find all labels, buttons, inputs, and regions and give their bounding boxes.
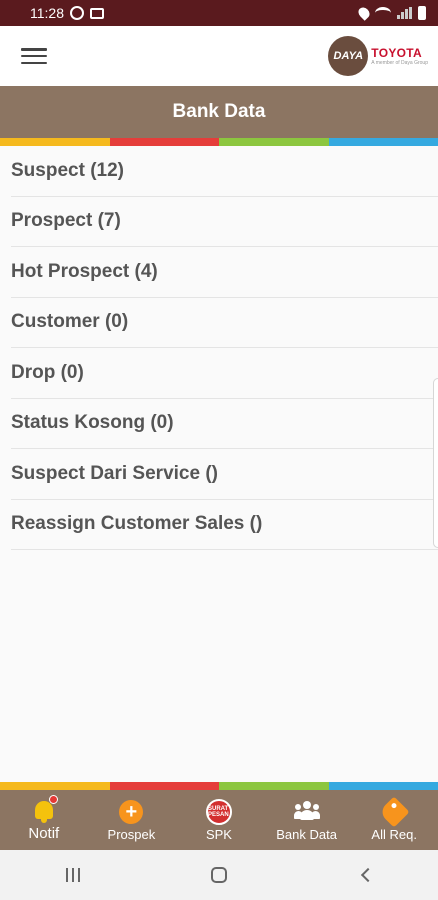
spk-badge-icon: SURAT PESAN (205, 799, 232, 825)
menu-icon[interactable] (21, 46, 47, 66)
list-item-suspect-dari-service[interactable]: Suspect Dari Service () (11, 449, 438, 500)
app-notification-icon (70, 6, 84, 20)
gmail-icon (90, 7, 104, 19)
bottom-navigation: Notif + Prospek SURAT PESAN SPK Bank Dat… (0, 790, 438, 850)
list-item-suspect[interactable]: Suspect (12) (11, 146, 438, 197)
logo-brand: TOYOTA (371, 46, 422, 60)
list-item-drop[interactable]: Drop (0) (11, 348, 438, 399)
bank-data-list: Suspect (12) Prospect (7) Hot Prospect (… (11, 146, 438, 550)
wifi-icon (375, 7, 391, 19)
signal-icon (397, 7, 412, 19)
nav-all-req[interactable]: All Req. (350, 790, 438, 850)
list-item-label: Reassign Customer Sales () (11, 513, 263, 535)
list-item-reassign-customer-sales[interactable]: Reassign Customer Sales () (11, 500, 438, 550)
nav-bank-data[interactable]: Bank Data (263, 790, 351, 850)
tag-icon (378, 796, 410, 828)
bell-icon (31, 795, 58, 823)
color-stripe-top (0, 138, 438, 146)
nav-all-req-label: All Req. (371, 827, 417, 842)
list-item-prospect[interactable]: Prospect (7) (11, 197, 438, 247)
side-drawer-handle[interactable] (433, 378, 438, 548)
home-icon (211, 867, 227, 883)
color-stripe-bottom (0, 782, 438, 790)
list-item-status-kosong[interactable]: Status Kosong (0) (11, 399, 438, 449)
people-icon (293, 799, 320, 825)
nav-spk-label: SPK (205, 827, 232, 842)
recents-icon (66, 868, 80, 882)
logo-subtitle: A member of Daya Group (371, 60, 428, 66)
nav-bank-data-label: Bank Data (276, 827, 337, 842)
home-button[interactable] (189, 855, 249, 895)
nav-notif-label: Notif (28, 825, 60, 842)
list-item-customer[interactable]: Customer (0) (11, 298, 438, 348)
list-item-label: Customer (0) (11, 311, 129, 333)
system-navigation-bar (0, 850, 438, 900)
nav-prospek-label: Prospek (107, 827, 156, 842)
list-item-hot-prospect[interactable]: Hot Prospect (4) (11, 247, 438, 298)
logo-badge: DAYA (328, 36, 369, 76)
nav-prospek[interactable]: + Prospek (88, 790, 176, 850)
list-item-label: Prospect (7) (11, 210, 121, 232)
page-title-bar: Bank Data (0, 86, 438, 138)
nav-spk[interactable]: SURAT PESAN SPK (175, 790, 263, 850)
list-item-label: Suspect (12) (11, 159, 124, 181)
app-bar: DAYA TOYOTA A member of Daya Group (0, 26, 438, 86)
back-button[interactable] (335, 855, 395, 895)
back-icon (360, 867, 376, 883)
recent-apps-button[interactable] (43, 855, 103, 895)
status-time: 11:28 (30, 5, 64, 21)
status-bar: 11:28 (0, 0, 438, 26)
list-item-label: Hot Prospect (4) (11, 260, 158, 282)
nav-notif[interactable]: Notif (0, 790, 88, 850)
list-item-label: Status Kosong (0) (11, 412, 174, 434)
location-icon (356, 5, 372, 21)
list-item-label: Suspect Dari Service () (11, 462, 218, 484)
page-title: Bank Data (172, 101, 266, 122)
battery-icon (418, 6, 426, 20)
list-item-label: Drop (0) (11, 361, 84, 383)
plus-circle-icon: + (118, 799, 144, 825)
daya-toyota-logo: DAYA TOYOTA A member of Daya Group (328, 36, 428, 76)
